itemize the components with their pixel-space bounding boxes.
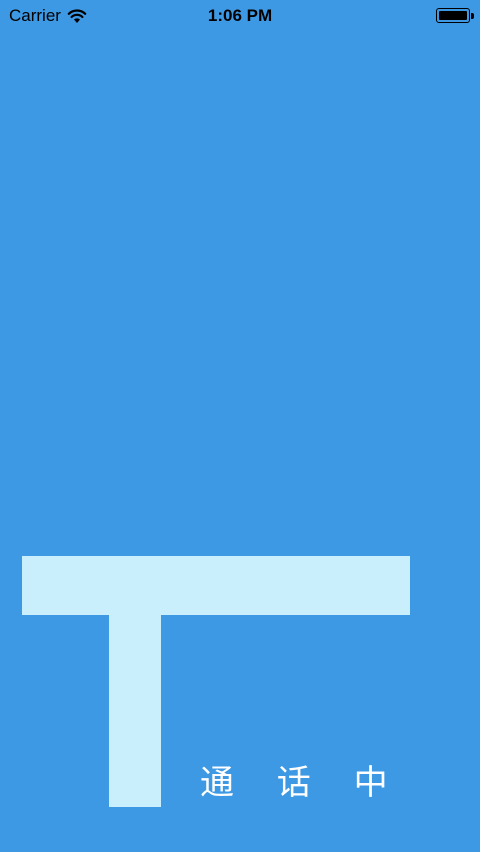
call-status-label: 通 话 中 [200,763,404,803]
t-logo [0,0,480,852]
status-bar: Carrier 1:06 PM [0,0,480,32]
battery-fill [439,11,467,20]
t-logo-top-bar [22,556,410,615]
battery-icon [436,8,474,23]
battery-nub [471,12,474,19]
status-time: 1:06 PM [207,6,273,25]
t-logo-stem [109,615,161,807]
